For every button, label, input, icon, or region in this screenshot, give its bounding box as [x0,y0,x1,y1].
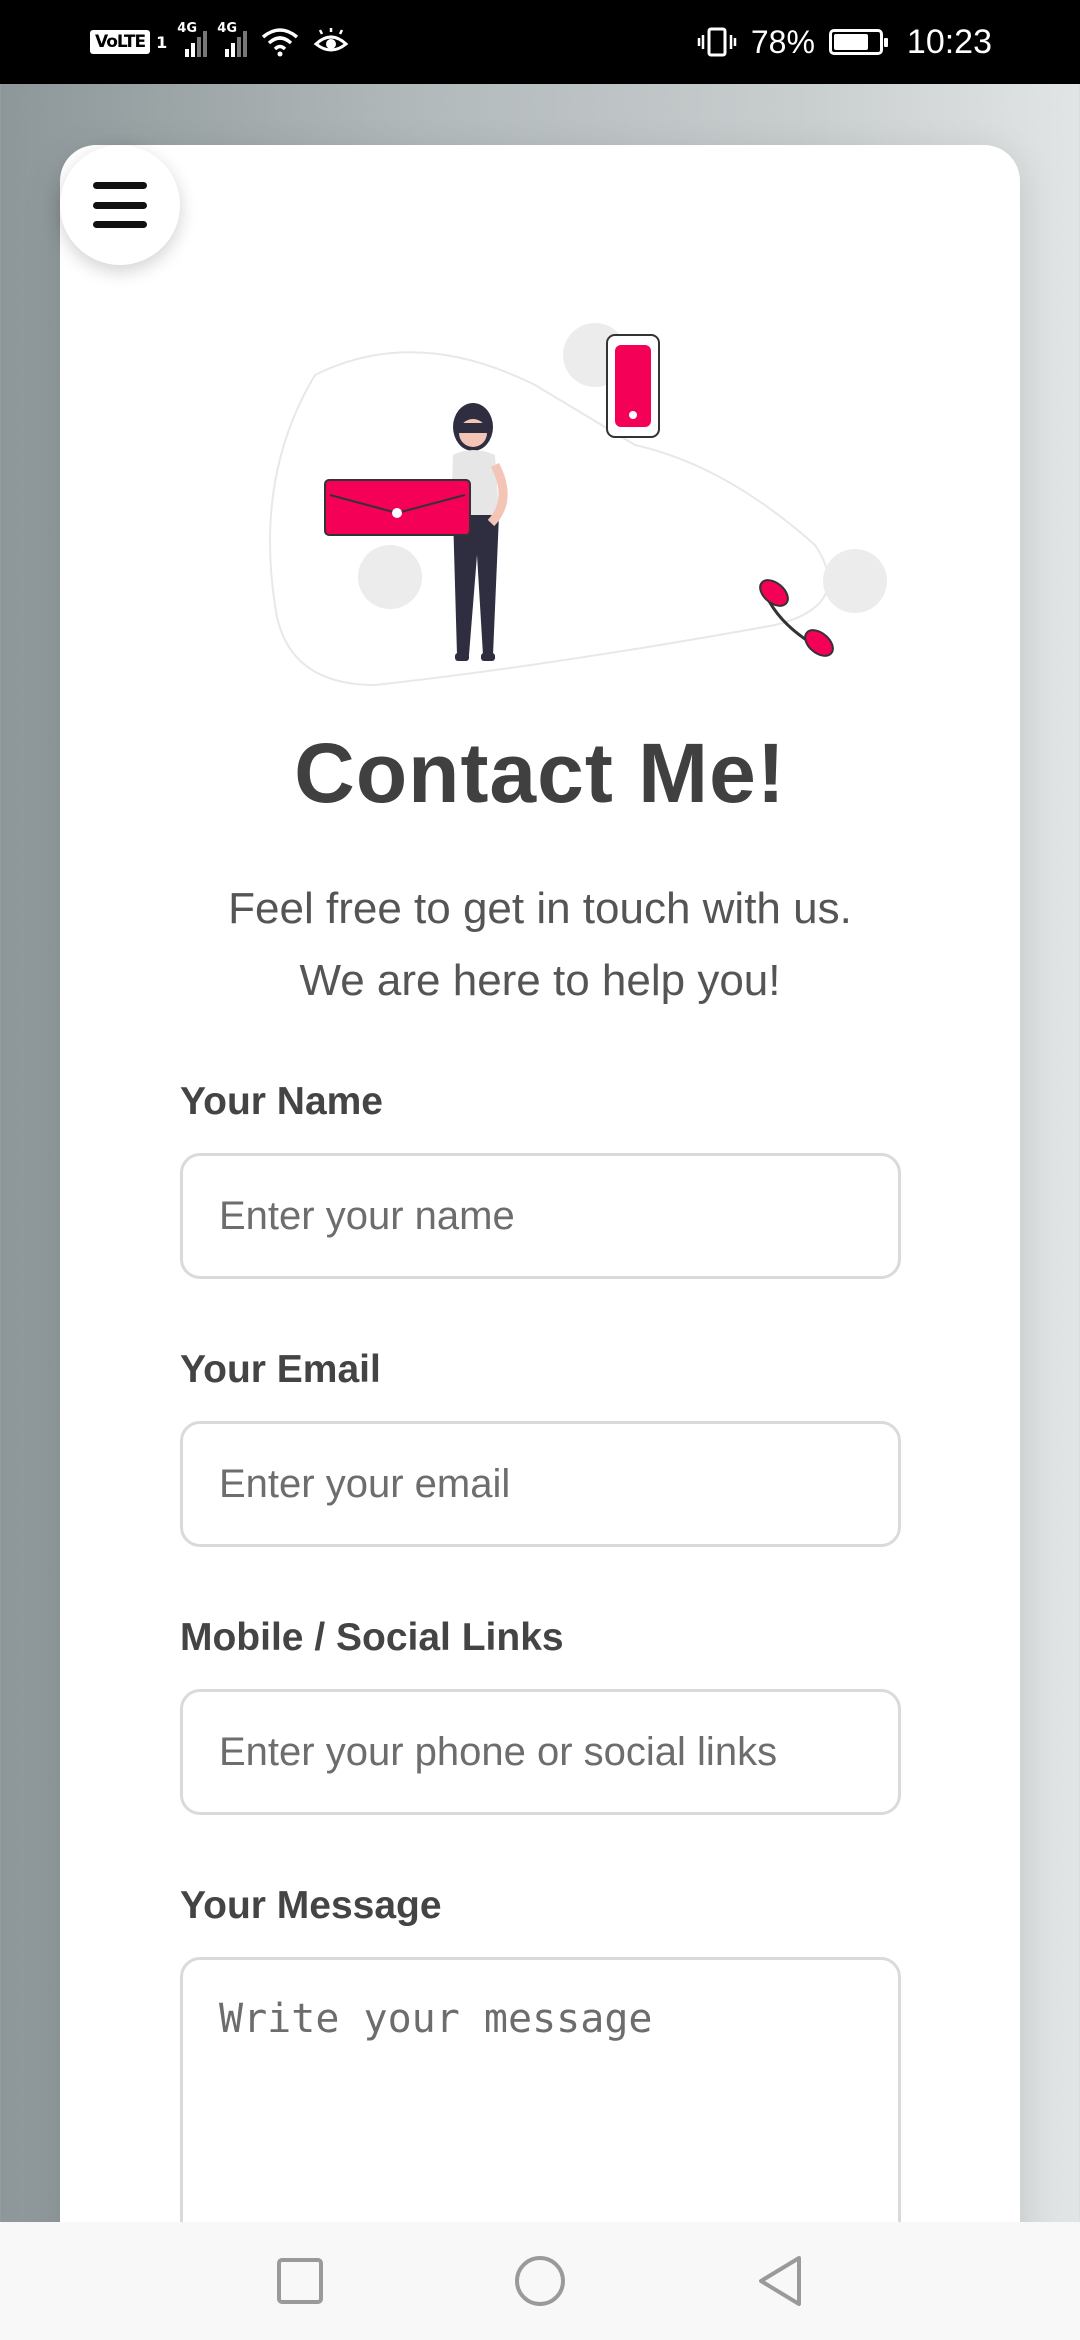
signal-icon: 4G [217,21,248,57]
home-circle-icon [515,2256,565,2306]
back-triangle-icon [759,2256,801,2306]
system-nav-bar [0,2222,1080,2340]
network-type-label: 4G [177,21,197,36]
recents-button[interactable] [265,2246,335,2316]
network-type-label: 4G [217,21,237,36]
signal-icon: 4G [177,21,208,57]
wifi-icon [262,28,299,57]
volte-icon: VoLTE [90,30,151,54]
status-right: 78% 10:23 [697,23,992,62]
email-input[interactable] [180,1421,901,1547]
email-label: Your Email [180,1348,381,1391]
page-title: Contact Me! [294,726,786,820]
back-button[interactable] [745,2246,815,2316]
eye-icon [313,28,349,52]
recents-square-icon [277,2258,323,2304]
hamburger-menu-icon [93,182,147,228]
links-label: Mobile / Social Links [180,1616,564,1659]
clock: 10:23 [906,22,992,61]
vibrate-icon [697,27,737,57]
contact-illustration [269,323,887,687]
links-input[interactable] [180,1689,901,1815]
home-button[interactable] [505,2246,575,2316]
status-bar: VoLTE 1 4G 4G 78% 10:23 [0,0,1080,84]
battery-percent: 78% [750,23,815,60]
name-input[interactable] [180,1153,901,1279]
status-left: VoLTE 1 4G 4G [90,21,349,57]
sim-slot-label: 1 [156,32,168,52]
battery-icon [828,29,888,55]
menu-button[interactable] [60,145,180,265]
contact-card: Contact Me! Feel free to get in touch wi… [60,145,1020,2340]
subtitle-line: Feel free to get in touch with us. [228,884,852,933]
subtitle-line: We are here to help you! [299,956,781,1005]
page-subtitle: Feel free to get in touch with us. We ar… [60,873,1020,1017]
name-label: Your Name [180,1080,383,1123]
message-label: Your Message [180,1884,442,1927]
